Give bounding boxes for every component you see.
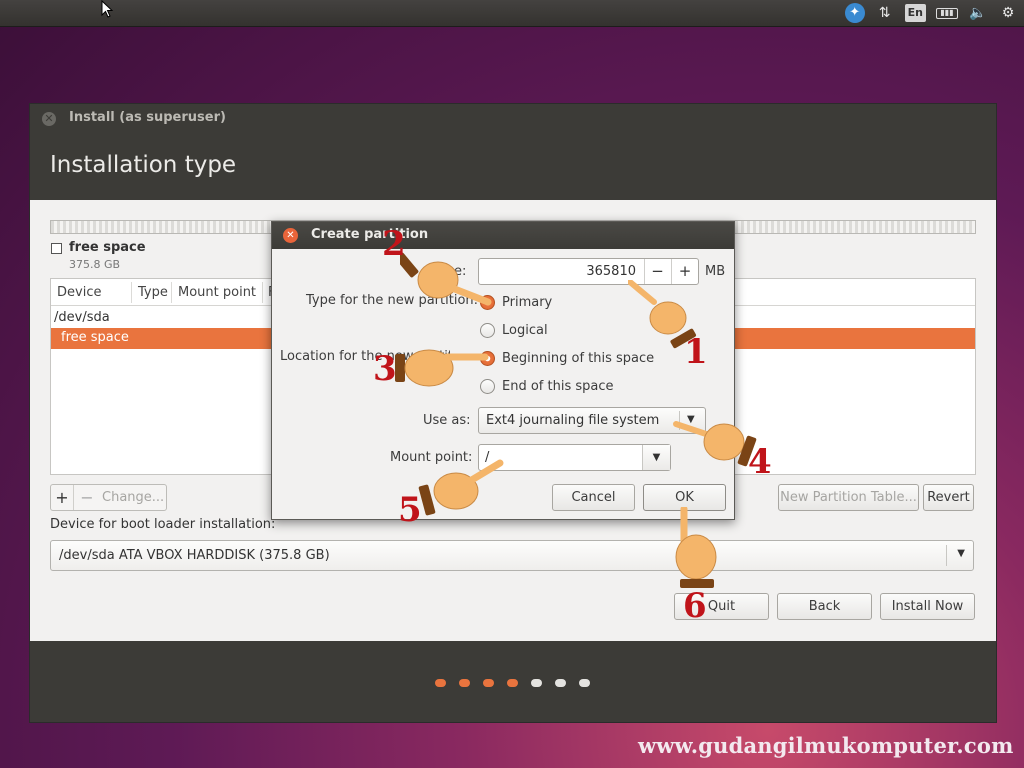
pointing-hand-icon — [395, 349, 489, 387]
pointing-hand-icon — [675, 507, 717, 588]
window-footer — [30, 641, 996, 722]
install-now-button[interactable]: Install Now — [880, 593, 975, 620]
size-value[interactable]: 365810 — [479, 264, 636, 279]
beginning-radio-label[interactable]: Beginning of this space — [502, 351, 654, 366]
dialog-title: Create partition — [311, 227, 429, 242]
partition-overview-label: free space — [69, 240, 146, 255]
step-number-4: 4 — [748, 442, 772, 482]
partition-edit-toolbar: + − Change... — [50, 484, 167, 511]
keyboard-language-indicator[interactable]: En — [904, 4, 926, 22]
remove-partition-button[interactable]: − — [78, 485, 96, 510]
chevron-down-icon: ▼ — [957, 548, 965, 559]
window-header: ✕ Install (as superuser) Installation ty… — [30, 104, 996, 200]
step-number-5: 5 — [398, 490, 422, 530]
system-tray: ✦ ⇅ En ▮▮▮ 🔈 ⚙ — [844, 3, 1018, 23]
change-partition-button[interactable]: Change... — [102, 490, 164, 505]
end-radio-label[interactable]: End of this space — [502, 379, 614, 394]
cancel-button[interactable]: Cancel — [552, 484, 635, 511]
progress-dot — [531, 679, 542, 687]
window-title: Install (as superuser) — [69, 110, 226, 125]
column-type[interactable]: Type — [138, 285, 168, 300]
step-number-2: 2 — [382, 224, 406, 264]
boot-loader-label: Device for boot loader installation: — [50, 517, 276, 532]
table-row[interactable]: /dev/sda — [54, 310, 110, 325]
progress-dots — [435, 679, 590, 687]
page-title: Installation type — [50, 152, 237, 178]
gear-icon[interactable]: ⚙ — [998, 3, 1018, 23]
column-device[interactable]: Device — [57, 285, 101, 300]
step-number-6: 6 — [683, 586, 707, 626]
mouse-cursor-icon — [101, 0, 114, 18]
add-partition-button[interactable]: + — [51, 485, 74, 510]
logical-radio[interactable] — [480, 323, 495, 338]
volume-icon[interactable]: 🔈 — [968, 3, 988, 23]
revert-button[interactable]: Revert — [923, 484, 974, 511]
partition-color-swatch — [51, 243, 62, 254]
network-updown-icon[interactable]: ⇅ — [875, 3, 895, 23]
close-icon[interactable]: ✕ — [283, 228, 298, 243]
step-number-1: 1 — [684, 332, 708, 372]
size-unit: MB — [705, 264, 726, 279]
watermark: www.gudangilmukomputer.com — [638, 733, 1014, 758]
accessibility-icon[interactable]: ✦ — [844, 3, 865, 23]
boot-loader-select[interactable]: /dev/sda ATA VBOX HARDDISK (375.8 GB) ▼ — [50, 540, 974, 571]
progress-dot — [483, 679, 494, 687]
battery-icon[interactable]: ▮▮▮ — [936, 7, 958, 19]
boot-loader-value: /dev/sda ATA VBOX HARDDISK (375.8 GB) — [59, 548, 330, 563]
progress-dot — [459, 679, 470, 687]
column-mount-point[interactable]: Mount point — [178, 285, 256, 300]
use-as-value: Ext4 journaling file system — [486, 413, 660, 428]
row-device-label: free space — [61, 330, 129, 345]
logical-radio-label[interactable]: Logical — [502, 323, 548, 338]
pointing-hand-icon — [400, 252, 492, 306]
progress-dot — [507, 679, 518, 687]
progress-dot — [579, 679, 590, 687]
progress-dot — [555, 679, 566, 687]
primary-radio-label[interactable]: Primary — [502, 295, 552, 310]
use-as-label: Use as: — [423, 413, 471, 428]
back-button[interactable]: Back — [777, 593, 872, 620]
dialog-header: ✕ Create partition — [272, 222, 734, 249]
pointing-hand-icon — [418, 459, 504, 516]
progress-dot — [435, 679, 446, 687]
new-partition-table-button[interactable]: New Partition Table... — [778, 484, 919, 511]
close-icon[interactable]: ✕ — [42, 112, 56, 126]
partition-overview-size: 375.8 GB — [69, 258, 121, 271]
step-number-3: 3 — [373, 349, 397, 389]
chevron-down-icon[interactable]: ▼ — [642, 445, 670, 470]
top-panel: ✦ ⇅ En ▮▮▮ 🔈 ⚙ — [0, 0, 1024, 27]
